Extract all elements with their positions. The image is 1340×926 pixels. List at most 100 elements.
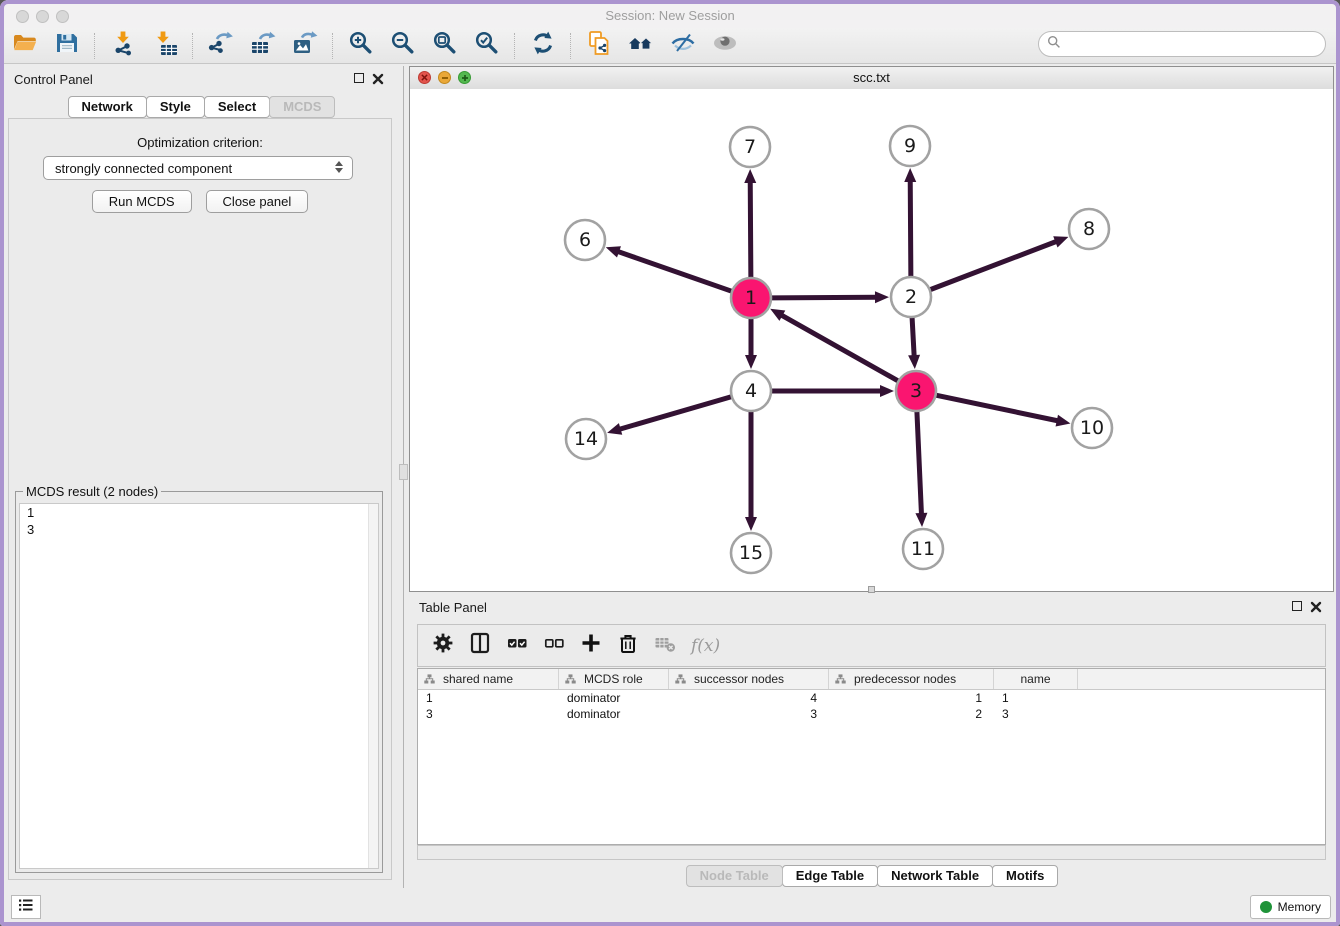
table-settings-button[interactable] xyxy=(428,631,458,661)
split-divider[interactable] xyxy=(398,66,409,888)
export-network-button[interactable] xyxy=(206,31,236,61)
delete-button[interactable] xyxy=(613,631,643,661)
graph-edge-arrowhead xyxy=(908,355,920,369)
graph-edge-arrowhead xyxy=(606,246,621,257)
zoom-in-button[interactable] xyxy=(346,31,376,61)
export-image-button[interactable] xyxy=(290,31,320,61)
column-header-name[interactable]: name xyxy=(994,669,1078,689)
search-icon xyxy=(1047,35,1061,54)
import-network-button[interactable] xyxy=(108,31,138,61)
table-panel: Table Panel f(x) shared name xyxy=(409,596,1334,886)
export-table-icon xyxy=(250,30,276,61)
columns-icon xyxy=(469,632,491,659)
graph-node-label: 3 xyxy=(910,380,922,402)
show-graphics-button[interactable] xyxy=(710,31,740,61)
delete-table-button[interactable] xyxy=(650,631,680,661)
table-toolbar: f(x) xyxy=(417,624,1326,667)
deselect-all-icon xyxy=(543,632,565,659)
open-session-button[interactable] xyxy=(10,31,40,61)
resize-handle[interactable] xyxy=(868,586,875,593)
tab-node-table[interactable]: Node Table xyxy=(686,865,783,887)
column-header-successor-nodes[interactable]: successor nodes xyxy=(669,669,829,689)
graph-node-label: 2 xyxy=(905,286,917,308)
memory-button[interactable]: Memory xyxy=(1250,895,1331,919)
graph-edge-3-10[interactable] xyxy=(937,395,1059,421)
export-image-icon xyxy=(292,30,318,61)
graph-node-label: 14 xyxy=(574,428,598,450)
tab-network[interactable]: Network xyxy=(68,96,147,118)
divider-grip[interactable] xyxy=(399,464,408,480)
gear-icon xyxy=(432,632,454,659)
graph-edge-arrowhead xyxy=(1056,415,1071,427)
table-hscrollbar[interactable] xyxy=(417,845,1326,860)
zoom-fit-button[interactable] xyxy=(430,31,460,61)
graph-edge-2-8[interactable] xyxy=(931,241,1058,289)
graph-edge-3-11[interactable] xyxy=(917,412,922,515)
table-cell: 3 xyxy=(994,707,1078,721)
network-overview-button[interactable] xyxy=(626,31,656,61)
mcds-result-line: 1 xyxy=(20,504,378,521)
run-mcds-button[interactable]: Run MCDS xyxy=(92,190,192,213)
mcds-result-list[interactable]: 1 3 xyxy=(19,503,379,869)
clone-network-button[interactable] xyxy=(584,31,614,61)
toolbar-separator xyxy=(570,33,572,59)
refresh-button[interactable] xyxy=(528,31,558,61)
graph-node-label: 11 xyxy=(911,538,935,560)
column-header-shared-name[interactable]: shared name xyxy=(418,669,559,689)
toolbar-separator xyxy=(332,33,334,59)
result-scrollbar[interactable] xyxy=(368,504,378,868)
graph-edge-2-3[interactable] xyxy=(912,318,914,357)
graph-edge-2-9[interactable] xyxy=(910,180,911,276)
table-panel-title: Table Panel xyxy=(419,600,487,615)
zoom-selected-button[interactable] xyxy=(472,31,502,61)
tab-select[interactable]: Select xyxy=(204,96,270,118)
function-builder-button[interactable]: f(x) xyxy=(691,636,720,656)
table-cell: 2 xyxy=(829,707,994,721)
table-body: 1dominator4113dominator323 xyxy=(418,690,1325,722)
hide-graphics-button[interactable] xyxy=(668,31,698,61)
graph-edge-1-2[interactable] xyxy=(772,297,877,298)
close-panel-button[interactable] xyxy=(372,72,384,84)
graph-edge-1-7[interactable] xyxy=(750,181,751,277)
criterion-select[interactable]: strongly connected component xyxy=(43,156,353,180)
tab-edge-table[interactable]: Edge Table xyxy=(782,865,878,887)
deselect-all-button[interactable] xyxy=(539,631,569,661)
table-row[interactable]: 3dominator323 xyxy=(418,706,1325,722)
sitemap-icon xyxy=(835,674,846,684)
graph-edge-1-6[interactable] xyxy=(617,251,731,291)
float-table-panel-button[interactable] xyxy=(1292,601,1302,611)
table-row[interactable]: 1dominator411 xyxy=(418,690,1325,706)
graph-node-label: 10 xyxy=(1080,417,1104,439)
graph-edge-4-14[interactable] xyxy=(619,397,731,430)
select-all-icon xyxy=(506,632,528,659)
graph-edge-3-1[interactable] xyxy=(781,315,898,381)
zoom-selected-icon xyxy=(474,30,500,61)
add-column-button[interactable] xyxy=(576,631,606,661)
app-title: Session: New Session xyxy=(4,8,1336,23)
export-table-button[interactable] xyxy=(248,31,278,61)
open-icon xyxy=(12,30,38,61)
search-input[interactable] xyxy=(1066,36,1317,52)
import-table-button[interactable] xyxy=(150,31,180,61)
memory-label: Memory xyxy=(1278,900,1321,914)
tab-network-table[interactable]: Network Table xyxy=(877,865,993,887)
status-bar: Memory xyxy=(4,892,1336,922)
tab-mcds[interactable]: MCDS xyxy=(269,96,335,118)
column-header-predecessor-nodes[interactable]: predecessor nodes xyxy=(829,669,994,689)
zoom-out-button[interactable] xyxy=(388,31,418,61)
show-columns-button[interactable] xyxy=(465,631,495,661)
column-header-mcds-role[interactable]: MCDS role xyxy=(559,669,669,689)
save-session-button[interactable] xyxy=(52,31,82,61)
tab-motifs[interactable]: Motifs xyxy=(992,865,1058,887)
network-canvas[interactable]: 7968124314101511 xyxy=(410,89,1333,591)
select-all-button[interactable] xyxy=(502,631,532,661)
graph-edge-arrowhead xyxy=(1053,236,1068,247)
float-panel-button[interactable] xyxy=(354,73,364,83)
task-history-button[interactable] xyxy=(11,895,41,919)
application-window: Session: New Session xyxy=(0,0,1340,926)
close-table-panel-button[interactable] xyxy=(1310,600,1322,612)
graph-node-label: 4 xyxy=(745,380,757,402)
mcds-panel: Optimization criterion: strongly connect… xyxy=(8,118,392,880)
tab-style[interactable]: Style xyxy=(146,96,205,118)
close-panel-button-mcds[interactable]: Close panel xyxy=(206,190,309,213)
